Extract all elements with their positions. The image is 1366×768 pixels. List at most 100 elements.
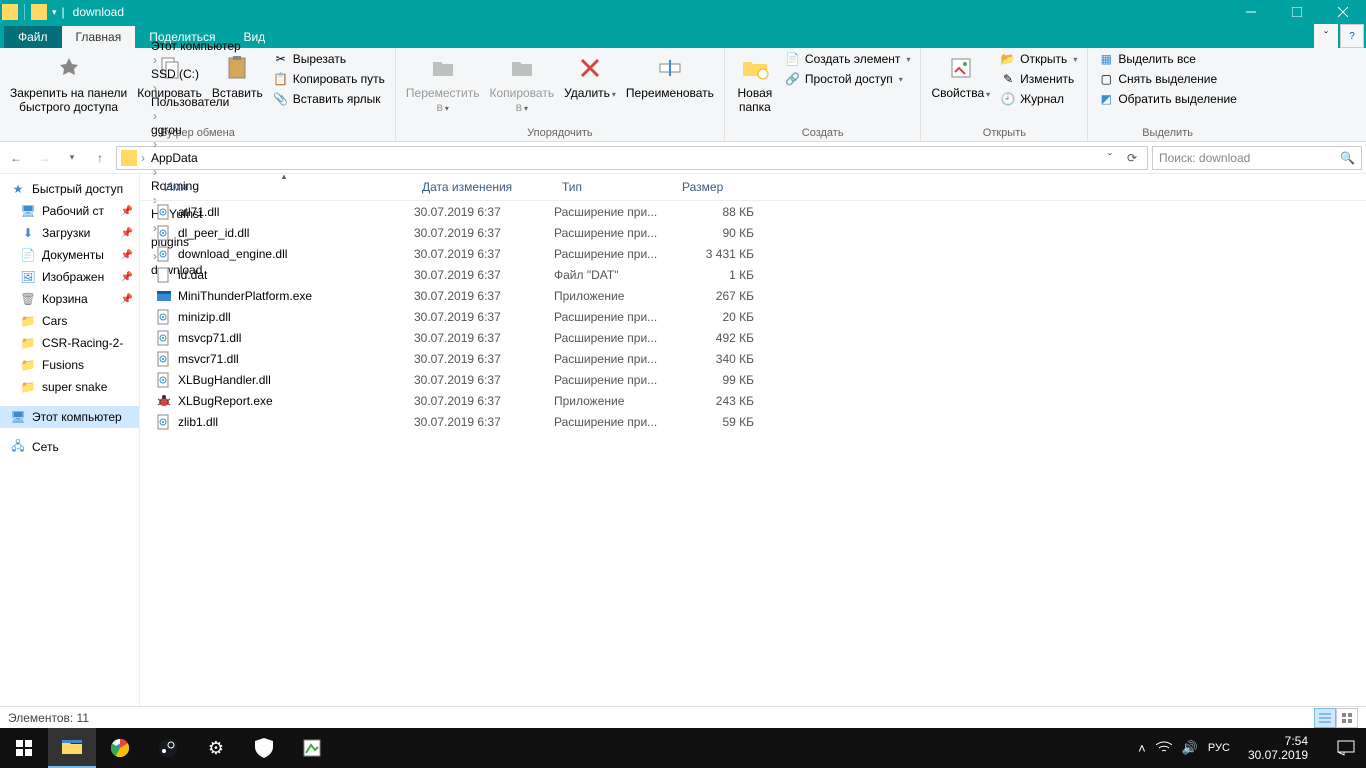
file-row[interactable]: minizip.dll30.07.2019 6:37Расширение при… [156,306,1366,327]
file-row[interactable]: MiniThunderPlatform.exe30.07.2019 6:37Пр… [156,285,1366,306]
file-date: 30.07.2019 6:37 [414,310,554,324]
easyaccess-icon: 🔗 [785,71,801,87]
file-row[interactable]: atl71.dll30.07.2019 6:37Расширение при..… [156,201,1366,222]
tray-clock[interactable]: 7:54 30.07.2019 [1240,734,1316,763]
recent-dropdown[interactable]: ▾ [60,146,84,170]
easyaccess-button[interactable]: 🔗Простой доступ [781,70,915,89]
pin-quickaccess-button[interactable]: Закрепить на панели быстрого доступа [6,50,131,117]
taskbar-explorer[interactable] [48,728,96,768]
taskbar-chrome[interactable] [96,728,144,768]
sidebar-item[interactable]: ⬇Загрузки📌 [0,222,139,244]
file-row[interactable]: zlib1.dll30.07.2019 6:37Расширение при..… [156,411,1366,432]
file-row[interactable]: XLBugReport.exe30.07.2019 6:37Приложение… [156,390,1366,411]
file-row[interactable]: msvcp71.dll30.07.2019 6:37Расширение при… [156,327,1366,348]
qat-dropdown-icon[interactable]: ▾ [49,7,60,18]
delete-button[interactable]: Удалить [560,50,620,102]
chevron-right-icon[interactable] [149,53,161,67]
sidebar-item[interactable]: 🖥Рабочий ст📌 [0,200,139,222]
address-bar[interactable]: Этот компьютерSSD (C:)ПользователиggrouA… [116,146,1148,170]
file-icon [156,246,172,262]
copyto-button[interactable]: Копировать в [485,50,558,117]
folder-icon: 📁 [20,357,36,373]
view-icons-button[interactable] [1336,708,1358,728]
pc-icon: 🖥 [10,409,26,425]
newfolder-button[interactable]: Новая папка [731,50,779,117]
sidebar-item[interactable]: 📁CSR-Racing-2- [0,332,139,354]
address-dropdown-button[interactable]: ˇ [1099,147,1121,169]
pasteshortcut-button[interactable]: 📎Вставить ярлык [269,90,389,109]
chevron-right-icon[interactable] [149,109,161,123]
back-button[interactable]: ← [4,146,28,170]
refresh-button[interactable]: ⟳ [1121,147,1143,169]
file-row[interactable]: download_engine.dll30.07.2019 6:37Расшир… [156,243,1366,264]
help-button[interactable]: ? [1340,24,1364,48]
sidebar-quickaccess[interactable]: ★ Быстрый доступ [0,178,139,200]
history-button[interactable]: 🕘Журнал [996,90,1081,109]
sidebar-item-label: super snake [42,380,107,394]
breadcrumb-item[interactable]: Пользователи [149,95,243,109]
tray-volume-icon[interactable]: 🔊 [1182,740,1198,756]
delete-icon [574,52,606,84]
selectall-button[interactable]: ▦Выделить все [1094,50,1241,69]
up-button[interactable]: ↑ [88,146,112,170]
file-row[interactable]: msvcr71.dll30.07.2019 6:37Расширение при… [156,348,1366,369]
copypath-button[interactable]: 📋Копировать путь [269,70,389,89]
maximize-button[interactable] [1274,0,1320,24]
properties-button[interactable]: Свойства [927,50,994,102]
newitem-button[interactable]: 📄Создать элемент [781,50,915,69]
column-size[interactable]: Размер [674,178,754,196]
chevron-right-icon[interactable] [149,137,161,151]
invert-button[interactable]: ◩Обратить выделение [1094,90,1241,109]
file-type: Расширение при... [554,373,674,387]
tray-notifications[interactable] [1326,728,1366,768]
file-name: MiniThunderPlatform.exe [178,289,312,303]
tab-home[interactable]: Главная [62,26,136,48]
sidebar-network[interactable]: 🖧 Сеть [0,436,139,458]
moveto-button[interactable]: Переместить в [402,50,484,117]
tray-wifi-icon[interactable] [1156,741,1172,756]
breadcrumb-item[interactable]: SSD (C:) [149,67,243,81]
file-row[interactable]: XLBugHandler.dll30.07.2019 6:37Расширени… [156,369,1366,390]
taskbar-steam[interactable] [144,728,192,768]
selectnone-button[interactable]: ▢Снять выделение [1094,70,1241,89]
sidebar-item[interactable]: 🖼Изображен📌 [0,266,139,288]
search-input[interactable]: Поиск: download 🔍 [1152,146,1362,170]
taskbar-app[interactable] [288,728,336,768]
cut-button[interactable]: ✂Вырезать [269,50,389,69]
ribbon-group-open: Свойства 📂Открыть ✎Изменить 🕘Журнал Откр… [921,48,1088,141]
open-button[interactable]: 📂Открыть [996,50,1081,69]
view-details-button[interactable] [1314,708,1336,728]
column-type[interactable]: Тип [554,178,674,196]
rename-button[interactable]: Переименовать [622,50,718,102]
edit-button[interactable]: ✎Изменить [996,70,1081,89]
breadcrumb-item[interactable]: ggrou [149,123,243,137]
file-list: ▲ Имя Дата изменения Тип Размер atl71.dl… [140,174,1366,706]
sidebar-item-label: Рабочий ст [42,204,104,218]
tray-overflow-icon[interactable]: ˄ [1138,741,1146,756]
ribbon-collapse-button[interactable]: ˇ [1314,24,1338,48]
minimize-button[interactable] [1228,0,1274,24]
file-row[interactable]: id.dat30.07.2019 6:37Файл "DAT"1 КБ [156,264,1366,285]
start-button[interactable] [0,728,48,768]
taskbar-defender[interactable] [240,728,288,768]
taskbar-settings[interactable]: ⚙ [192,728,240,768]
forward-button[interactable]: → [32,146,56,170]
file-type: Расширение при... [554,352,674,366]
sidebar-item[interactable]: 📁super snake [0,376,139,398]
breadcrumb-item[interactable]: AppData [149,151,243,165]
chevron-right-icon[interactable] [149,81,161,95]
tab-file[interactable]: Файл [4,26,62,48]
file-date: 30.07.2019 6:37 [414,247,554,261]
sidebar-item[interactable]: 🗑Корзина📌 [0,288,139,310]
tray-language[interactable]: РУС [1208,742,1230,754]
sidebar-item[interactable]: 📁Cars [0,310,139,332]
scissors-icon: ✂ [273,51,289,67]
close-button[interactable] [1320,0,1366,24]
file-row[interactable]: dl_peer_id.dll30.07.2019 6:37Расширение … [156,222,1366,243]
folder-icon: 📁 [20,313,36,329]
sidebar-item[interactable]: 📁Fusions [0,354,139,376]
sidebar-thispc[interactable]: 🖥 Этот компьютер [0,406,139,428]
sidebar-item[interactable]: 📄Документы📌 [0,244,139,266]
breadcrumb-item[interactable]: Этот компьютер [149,39,243,53]
column-date[interactable]: Дата изменения [414,178,554,196]
